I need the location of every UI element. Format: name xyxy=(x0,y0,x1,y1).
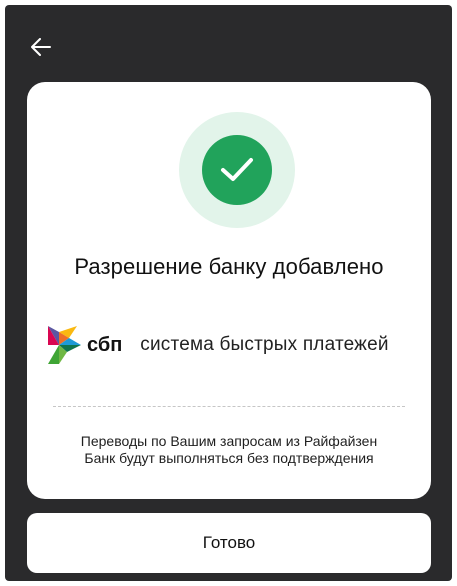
back-button[interactable] xyxy=(27,33,55,61)
done-button[interactable]: Готово xyxy=(27,513,431,573)
success-indicator xyxy=(179,112,295,228)
sbp-logo-icon xyxy=(48,326,81,364)
dashed-divider xyxy=(53,406,405,407)
sbp-abbreviation: сбп xyxy=(87,333,123,356)
sbp-full-name: система быстрых платежей xyxy=(140,334,389,355)
app-screen: Разрешение банку добавлено сбп система б… xyxy=(5,5,452,581)
success-title: Разрешение банку добавлено xyxy=(74,254,384,279)
info-note-line-1: Переводы по Вашим запросам из Райфайзен xyxy=(80,433,378,449)
success-circle xyxy=(202,135,272,205)
check-icon xyxy=(221,158,253,181)
success-card: Разрешение банку добавлено сбп система б… xyxy=(27,82,431,499)
info-note: Переводы по Вашим запросам из Райфайзен … xyxy=(37,433,421,467)
info-note-line-2: Банк будут выполняться без подтверждения xyxy=(84,450,374,466)
arrow-left-icon xyxy=(31,38,51,56)
sbp-brand: сбп система быстрых платежей xyxy=(47,324,417,366)
